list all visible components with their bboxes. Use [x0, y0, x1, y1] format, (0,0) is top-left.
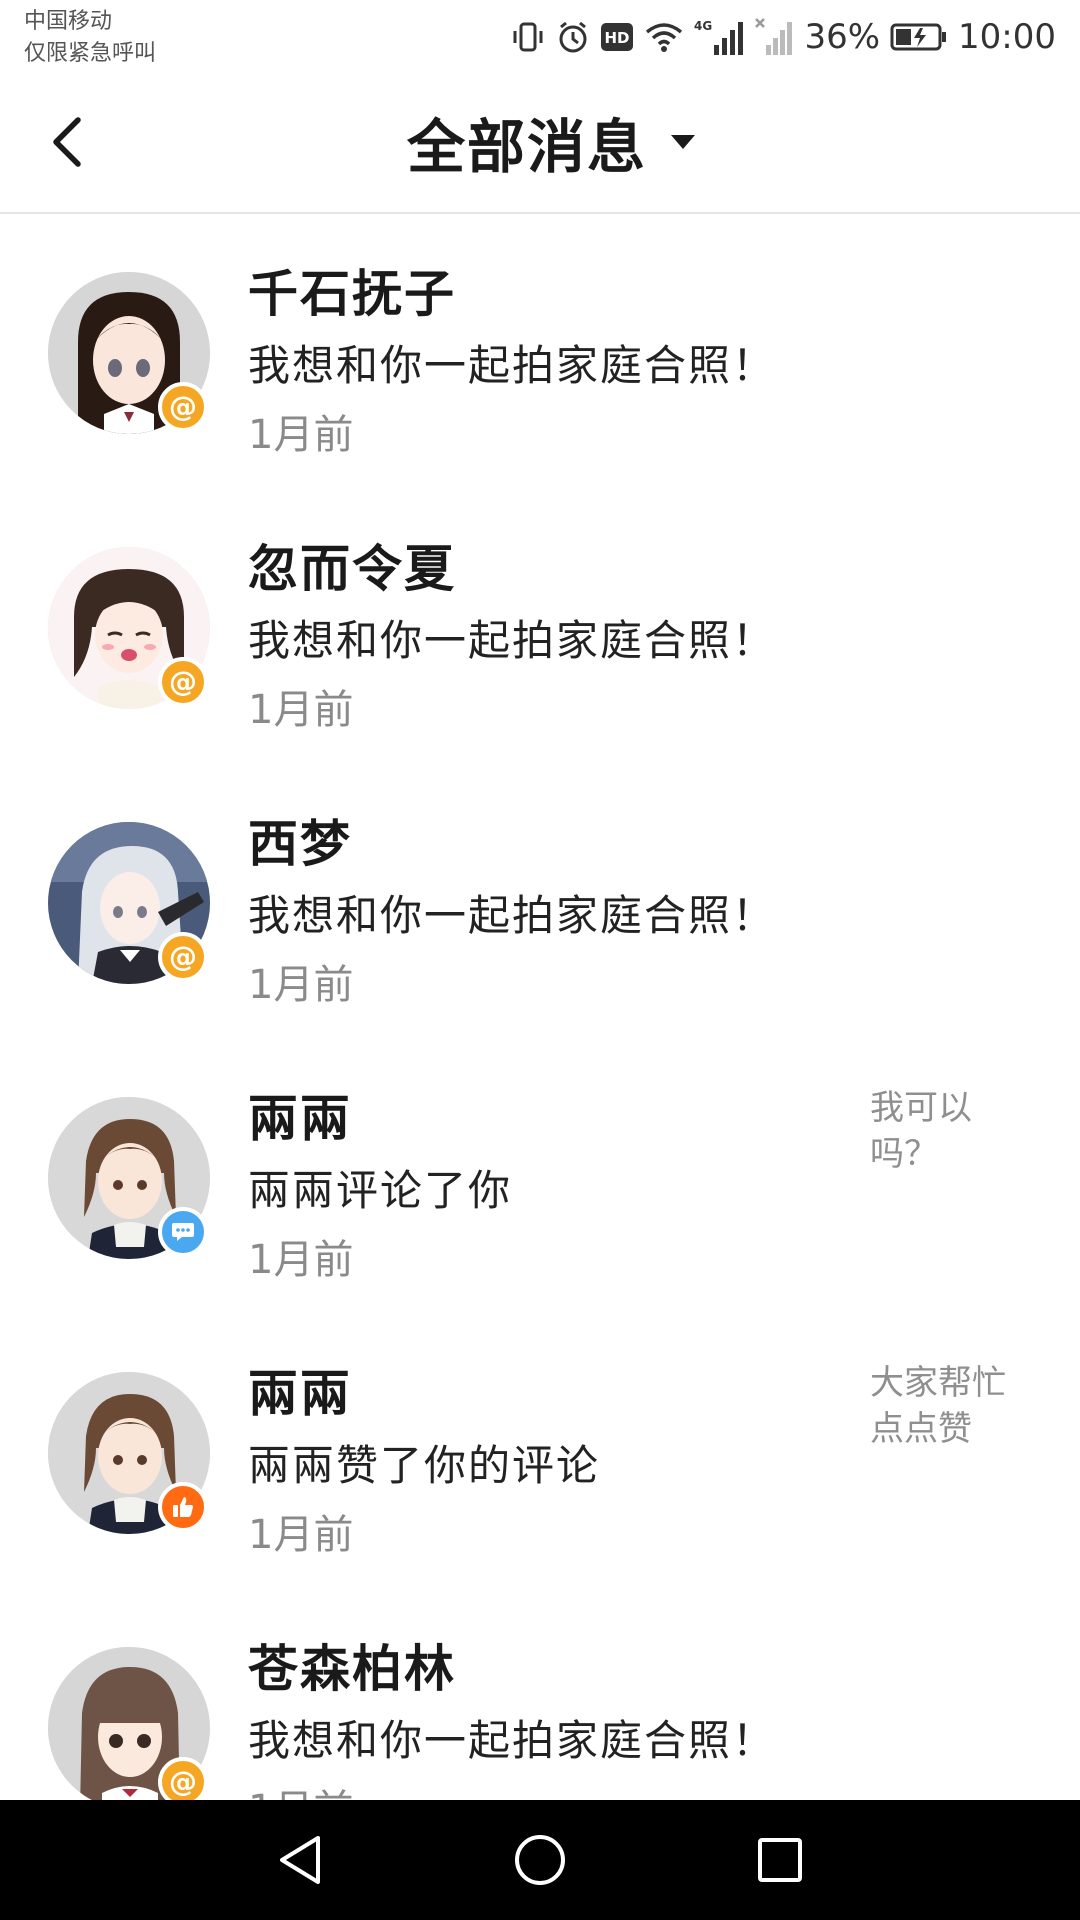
referenced-post-line: 点点赞 — [870, 1409, 972, 1449]
at-icon: @ — [169, 665, 197, 698]
referenced-post[interactable]: 我可以 吗？ — [870, 1085, 1040, 1177]
message-text: 我想和你一起拍家庭合照！ — [248, 341, 777, 390]
svg-text:HD: HD — [605, 29, 630, 47]
status-icons: HD 4G 36% 10:00 — [510, 12, 1056, 62]
mention-badge: @ — [158, 657, 208, 707]
page-title: 全部消息 — [406, 113, 647, 181]
message-time: 1月前 — [248, 1777, 353, 1800]
message-time: 1月前 — [248, 412, 354, 458]
battery-percent: 36% — [804, 17, 881, 57]
message-text: 我想和你一起拍家庭合照！ — [248, 1716, 777, 1765]
vibrate-icon — [510, 19, 546, 55]
carrier-info: 中国移动 仅限紧急呼叫 — [24, 6, 156, 70]
title-bar: 全部消息 — [0, 80, 1080, 214]
nav-home-button[interactable] — [500, 1820, 580, 1900]
alarm-icon — [556, 20, 590, 54]
screen: 中国移动 仅限紧急呼叫 HD 4G 36% 10:00 全部消息 @ 千石抚子 … — [0, 0, 1080, 1920]
message-item[interactable]: 兩兩 兩兩评论了你 1月前 我可以 吗？ — [0, 1039, 1080, 1314]
mention-badge: @ — [158, 932, 208, 982]
wifi-icon — [644, 20, 684, 54]
message-item[interactable]: 兩兩 兩兩赞了你的评论 1月前 大家帮忙 点点赞 — [0, 1314, 1080, 1589]
recents-square-icon — [758, 1838, 802, 1882]
sender-name: 西梦 — [248, 815, 352, 873]
message-time: 1月前 — [248, 962, 354, 1008]
message-text: 我想和你一起拍家庭合照！ — [248, 616, 777, 665]
message-time: 1月前 — [248, 1512, 354, 1558]
caret-down-icon — [671, 135, 695, 149]
hd-icon: HD — [600, 22, 634, 52]
title-dropdown[interactable]: 全部消息 — [0, 106, 1080, 181]
like-badge — [158, 1482, 208, 1532]
thumbs-up-icon — [173, 1497, 193, 1517]
clock: 10:00 — [958, 17, 1056, 57]
at-icon: @ — [169, 940, 197, 973]
sender-name: 兩兩 — [248, 1365, 352, 1423]
referenced-post-line: 大家帮忙 — [870, 1363, 1006, 1403]
mention-badge: @ — [158, 382, 208, 432]
referenced-post[interactable]: 大家帮忙 点点赞 — [870, 1360, 1040, 1452]
referenced-post-line: 我可以 — [870, 1088, 972, 1128]
at-icon: @ — [169, 1765, 197, 1798]
message-item[interactable]: @ 千石抚子 我想和你一起拍家庭合照！ 1月前 — [0, 214, 1080, 489]
message-time: 1月前 — [248, 687, 354, 733]
emergency-only-label: 仅限紧急呼叫 — [24, 41, 157, 66]
sender-name: 苍森柏林 — [248, 1640, 456, 1698]
battery-icon — [890, 22, 948, 52]
signal-no-sim-icon — [754, 17, 794, 57]
message-item[interactable]: @ 西梦 我想和你一起拍家庭合照！ 1月前 — [0, 764, 1080, 1039]
comment-badge — [158, 1207, 208, 1257]
sender-name: 忽而令夏 — [248, 540, 456, 598]
message-time: 1月前 — [248, 1237, 354, 1283]
message-text: 兩兩赞了你的评论 — [248, 1441, 601, 1490]
message-item[interactable]: @ 忽而令夏 我想和你一起拍家庭合照！ 1月前 — [0, 489, 1080, 764]
home-circle-icon — [515, 1835, 565, 1885]
at-icon: @ — [169, 390, 197, 423]
carrier-name: 中国移动 — [24, 9, 113, 34]
system-nav-bar — [0, 1800, 1080, 1920]
message-item[interactable]: @ 苍森柏林 我想和你一起拍家庭合照！ 1月前 — [0, 1589, 1080, 1800]
sender-name: 千石抚子 — [248, 265, 456, 323]
mention-badge: @ — [158, 1757, 208, 1800]
status-bar: 中国移动 仅限紧急呼叫 HD 4G 36% 10:00 — [0, 0, 1080, 80]
nav-recents-button[interactable] — [740, 1820, 820, 1900]
referenced-post-line: 吗？ — [870, 1134, 938, 1174]
message-text: 我想和你一起拍家庭合照！ — [248, 891, 777, 940]
nav-back-button[interactable] — [260, 1820, 340, 1900]
message-list: @ 千石抚子 我想和你一起拍家庭合照！ 1月前 @ 忽而令夏 我想和你一起拍家庭… — [0, 214, 1080, 1800]
chat-bubble-icon — [172, 1223, 194, 1241]
sender-name: 兩兩 — [248, 1090, 352, 1148]
message-text: 兩兩评论了你 — [248, 1166, 513, 1215]
svg-text:4G: 4G — [694, 19, 712, 33]
signal-4g-icon: 4G — [694, 17, 744, 57]
back-triangle-icon — [280, 1836, 320, 1884]
